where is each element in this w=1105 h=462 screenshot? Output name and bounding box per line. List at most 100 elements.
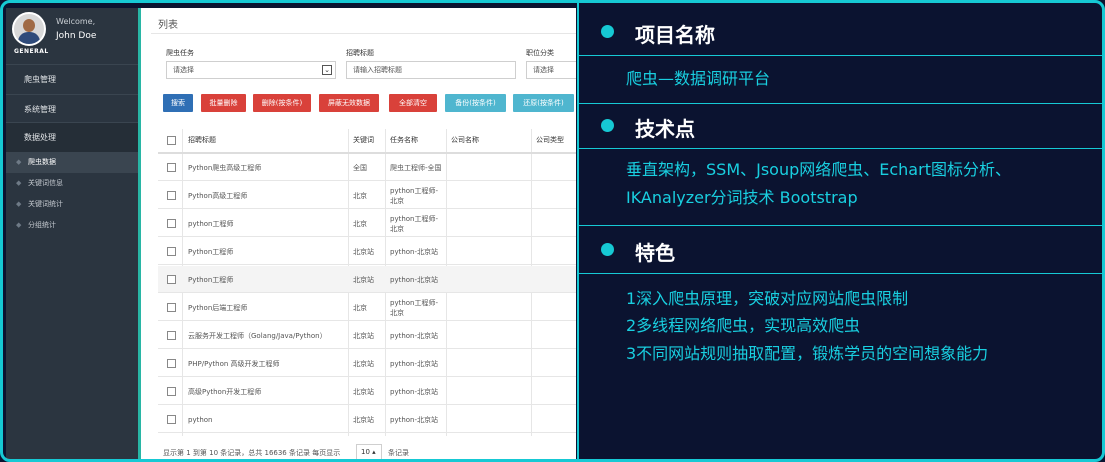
bullet-icon: ◆ (16, 179, 22, 187)
clear-all-button[interactable]: 全部清空 (389, 94, 437, 112)
filter-label-title: 招聘标题 (346, 49, 374, 57)
section-title-features: 特色 (635, 241, 675, 265)
batch-delete-button[interactable]: 批量删除 (201, 94, 246, 112)
username: John Doe (56, 31, 97, 41)
cell-keyword: 北京站 (353, 275, 374, 284)
tech-text-line-1: 垂直架构，SSM、Jsoup网络爬虫、Echart图标分析、 (626, 160, 1011, 179)
table-row[interactable]: python 北京站 python-北京站 (158, 406, 576, 433)
bullet-icon: ◆ (16, 221, 22, 229)
bullet-dot-icon (601, 25, 614, 38)
section-divider (579, 225, 1102, 226)
chevron-down-icon[interactable]: ⌄ (322, 65, 332, 75)
main-content: 列表 爬虫任务 请选择 ⌄ 招聘标题 请输入招聘标题 职位分类 请选择 搜索 批… (141, 8, 576, 459)
cell-task: python-北京站 (390, 415, 439, 424)
cell-keyword: 北京站 (353, 359, 374, 368)
cell-title: Python工程师 (188, 275, 234, 284)
profile: Welcome, John Doe GENERAL (6, 8, 138, 60)
restore-button[interactable]: 还原(按条件) (513, 94, 574, 112)
cell-keyword: 北京站 (353, 387, 374, 396)
cell-task: python工程师-北京 (390, 214, 439, 233)
task-select-value: 请选择 (173, 66, 194, 74)
filter-label-category: 职位分类 (526, 49, 554, 57)
feature-text-line-1: 1深入爬虫原理，突破对应网站爬虫限制 (626, 289, 909, 308)
welcome-text: Welcome, (56, 17, 96, 26)
category-select[interactable]: 请选择 (526, 61, 576, 79)
sidebar-item-data-processing[interactable]: 数据处理 (6, 122, 138, 152)
cell-title: python (188, 415, 213, 424)
sidebar-subitem-keyword-stats[interactable]: ◆ 关键词统计 (6, 194, 138, 215)
sidebar-subitem-group-stats[interactable]: ◆ 分组统计 (6, 215, 138, 236)
cell-task: python工程师-北京 (390, 186, 439, 205)
cell-keyword: 北京 (353, 191, 367, 200)
block-invalid-data-button[interactable]: 屏蔽无效数据 (319, 94, 379, 112)
filter-label-task: 爬虫任务 (166, 49, 194, 57)
sidebar-subitem-crawler-data[interactable]: ◆ 爬虫数据 (6, 152, 138, 173)
tech-text-line-2: IKAnalyzer分词技术 Bootstrap (626, 188, 858, 207)
cell-task: python-北京站 (390, 359, 439, 368)
sidebar-item-crawler-management[interactable]: 爬虫管理 (6, 64, 138, 94)
table-row[interactable]: Python后端工程师 北京 python工程师-北京 (158, 294, 576, 321)
col-header-task[interactable]: 任务名称 (390, 129, 418, 152)
table-row[interactable]: 高级Python开发工程师 北京站 python-北京站 (158, 378, 576, 405)
row-checkbox[interactable] (167, 191, 176, 200)
row-checkbox[interactable] (167, 331, 176, 340)
row-checkbox[interactable] (167, 247, 176, 256)
cell-title: Python爬虫高级工程师 (188, 163, 262, 172)
table-row[interactable]: Python工程师 北京站 python-北京站 (158, 266, 576, 293)
divider (151, 33, 576, 34)
col-header-company[interactable]: 公司名称 (451, 129, 479, 152)
col-header-company-type[interactable]: 公司类型 (536, 129, 564, 152)
table-row[interactable]: PHP/Python 高级开发工程师 北京站 python-北京站 (158, 350, 576, 377)
sidebar: Welcome, John Doe GENERAL 爬虫管理 系统管理 数据处理… (6, 8, 141, 459)
select-all-checkbox[interactable] (167, 136, 176, 145)
page-title: 列表 (158, 20, 178, 31)
sidebar-item-system-management[interactable]: 系统管理 (6, 94, 138, 124)
row-checkbox[interactable] (167, 275, 176, 284)
table-row[interactable]: Python工程师 北京站 python-北京站 (158, 238, 576, 265)
row-checkbox[interactable] (167, 163, 176, 172)
row-checkbox[interactable] (167, 415, 176, 424)
pagination-info: 显示第 1 到第 10 条记录，总共 16636 条记录 每页显示 (163, 449, 341, 457)
col-header-keyword[interactable]: 关键词 (353, 129, 374, 152)
cell-title: Python高级工程师 (188, 191, 248, 200)
sidebar-subitem-label: 关键词统计 (28, 200, 63, 208)
cell-title: python工程师 (188, 219, 234, 228)
task-select[interactable]: 请选择 ⌄ (166, 61, 336, 79)
backup-button[interactable]: 备份(按条件) (445, 94, 506, 112)
info-panel: 项目名称 爬虫—数据调研平台 技术点 垂直架构，SSM、Jsoup网络爬虫、Ec… (577, 3, 1102, 459)
category-select-value: 请选择 (533, 66, 554, 74)
row-checkbox[interactable] (167, 359, 176, 368)
sidebar-subitem-keyword-info[interactable]: ◆ 关键词信息 (6, 173, 138, 194)
admin-screenshot: Welcome, John Doe GENERAL 爬虫管理 系统管理 数据处理… (6, 8, 576, 459)
page-size-select[interactable]: 10 ▴ (356, 444, 382, 459)
cell-task: python-北京站 (390, 331, 439, 340)
cell-task: python-北京站 (390, 387, 439, 396)
cell-title: Python后端工程师 (188, 303, 248, 312)
table-row[interactable]: 云服务开发工程师（Golang/Java/Python） 北京站 python-北京… (158, 322, 576, 349)
cell-keyword: 北京 (353, 303, 367, 312)
table-row[interactable]: python工程师 北京 python工程师-北京 (158, 210, 576, 237)
table-row[interactable]: Python爬虫高级工程师 全国 爬虫工程师-全国 (158, 154, 576, 181)
row-checkbox[interactable] (167, 219, 176, 228)
pagination-suffix: 条记录 (388, 449, 409, 457)
cell-task: python-北京站 (390, 275, 439, 284)
table-row[interactable]: Python高级工程师 北京 python工程师-北京 (158, 182, 576, 209)
section-label: GENERAL (14, 48, 49, 55)
search-button[interactable]: 搜索 (163, 94, 193, 112)
project-name-text: 爬虫—数据调研平台 (626, 69, 771, 88)
row-checkbox[interactable] (167, 387, 176, 396)
table-header: 招聘标题 关键词 任务名称 公司名称 公司类型 (158, 129, 576, 154)
sidebar-subitem-label: 分组统计 (28, 221, 56, 229)
sidebar-subitem-label: 爬虫数据 (28, 158, 56, 166)
bullet-dot-icon (601, 119, 614, 132)
title-search-input[interactable]: 请输入招聘标题 (346, 61, 516, 79)
col-header-title[interactable]: 招聘标题 (188, 129, 216, 152)
avatar[interactable] (12, 12, 46, 46)
feature-text-line-2: 2多线程网络爬虫，实现高效爬虫 (626, 316, 861, 335)
cell-task: python-北京站 (390, 247, 439, 256)
section-divider (579, 55, 1102, 56)
cell-keyword: 北京站 (353, 247, 374, 256)
row-checkbox[interactable] (167, 303, 176, 312)
delete-by-condition-button[interactable]: 删除(按条件) (253, 94, 311, 112)
section-title-project: 项目名称 (635, 23, 715, 47)
